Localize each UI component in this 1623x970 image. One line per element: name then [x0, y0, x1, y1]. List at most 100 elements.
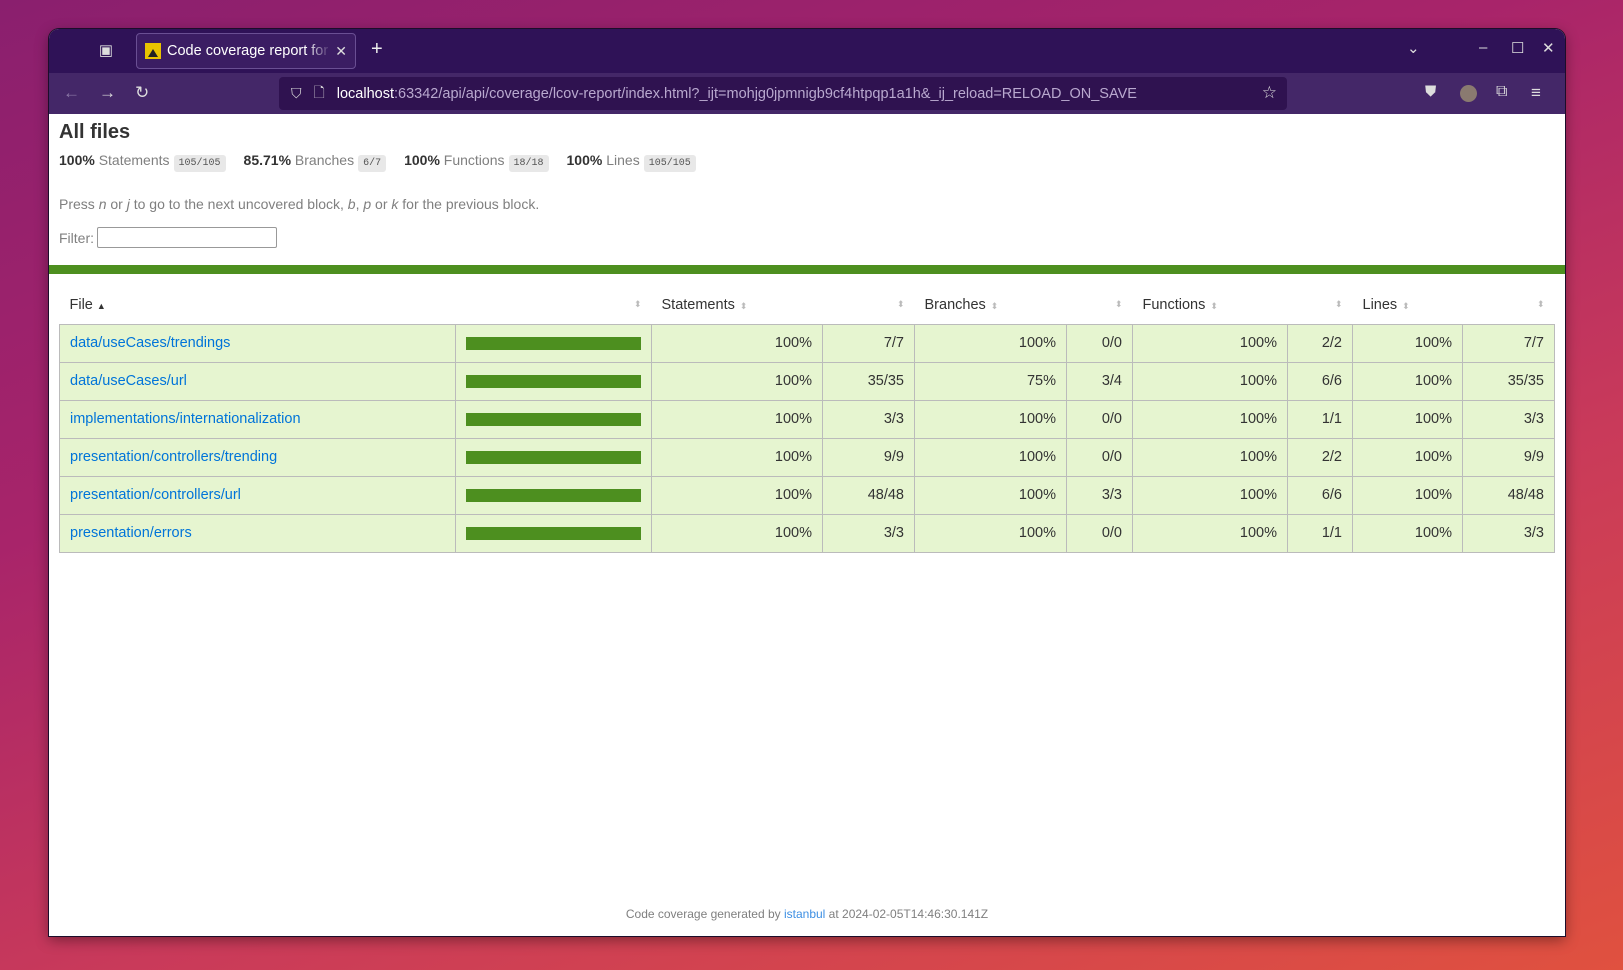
cell-f-pct: 100%: [1132, 399, 1288, 439]
header-branches-raw[interactable]: ⬍: [1067, 286, 1133, 324]
summary-fraction: 18/18: [508, 155, 549, 172]
file-cell: implementations/internationalization: [59, 399, 456, 439]
cell-b: 0/0: [1066, 323, 1133, 363]
header-file-bar[interactable]: ⬍: [456, 286, 652, 324]
sort-icon: ⬍: [1210, 300, 1218, 311]
cell-f-pct: 100%: [1132, 475, 1288, 515]
browser-tab[interactable]: Code coverage report for All files ✕: [136, 33, 356, 69]
summary-label: Statements: [98, 152, 170, 168]
cell-l-pct: 100%: [1352, 513, 1463, 553]
header-lines[interactable]: Lines ⬍: [1353, 286, 1463, 324]
close-tab-icon[interactable]: ✕: [335, 43, 347, 60]
sort-icon: ⬍: [896, 299, 905, 309]
file-cell: presentation/controllers/url: [59, 475, 456, 515]
cell-l: 3/3: [1462, 513, 1555, 553]
pocket-icon[interactable]: ⛊: [1425, 83, 1436, 100]
cell-f: 1/1: [1287, 399, 1353, 439]
header-lines-raw[interactable]: ⬍: [1463, 286, 1555, 324]
cell-f-pct: 100%: [1132, 513, 1288, 553]
sort-icon: ⬍: [990, 300, 999, 311]
file-link[interactable]: presentation/controllers/trending: [70, 449, 277, 465]
cell-s-pct: 100%: [651, 361, 823, 401]
cell-s-pct: 100%: [651, 513, 823, 553]
cell-s-pct: 100%: [651, 323, 823, 363]
coverage-bar: [466, 488, 641, 502]
cell-l-pct: 100%: [1352, 437, 1463, 477]
coverage-bar-cell: [455, 361, 652, 401]
cell-f: 2/2: [1287, 437, 1353, 477]
page-title: All files: [59, 121, 131, 143]
sort-icon: ⬍: [1536, 299, 1545, 309]
cell-f-pct: 100%: [1132, 323, 1288, 363]
url-bar[interactable]: ⛉ 🗋 localhost :63342/api/api/coverage/lc…: [279, 77, 1287, 110]
filter-input[interactable]: [97, 227, 277, 248]
summary-lines: 100% Lines 105/105: [567, 152, 696, 172]
coverage-bar-cell: [455, 399, 652, 439]
file-link[interactable]: data/useCases/trendings: [70, 335, 230, 351]
url-host: localhost: [336, 85, 394, 102]
menu-icon[interactable]: ≡: [1531, 83, 1541, 103]
page-icon[interactable]: 🗋: [314, 82, 325, 106]
bookmark-star-icon[interactable]: ☆: [1262, 83, 1277, 103]
header-branches[interactable]: Branches ⬍: [915, 286, 1067, 324]
file-link[interactable]: presentation/errors: [70, 525, 192, 541]
file-link[interactable]: presentation/controllers/url: [70, 487, 241, 503]
cell-l-pct: 100%: [1352, 399, 1463, 439]
cell-b: 0/0: [1066, 437, 1133, 477]
cell-s: 3/3: [822, 513, 915, 553]
summary-pct: 100%: [404, 152, 440, 168]
cell-l-pct: 100%: [1352, 323, 1463, 363]
tab-list-icon[interactable]: ▣: [97, 41, 115, 59]
filter-label: Filter:: [59, 229, 94, 246]
coverage-bar: [466, 412, 641, 426]
cell-l: 35/35: [1462, 361, 1555, 401]
header-file[interactable]: File ▲: [60, 286, 456, 324]
shield-icon[interactable]: ⛉: [291, 85, 302, 102]
new-tab-icon[interactable]: +: [371, 38, 383, 61]
cell-s-pct: 100%: [651, 437, 823, 477]
coverage-bar: [466, 526, 641, 540]
back-icon[interactable]: ←: [63, 83, 80, 103]
header-statements-raw[interactable]: ⬍: [823, 286, 915, 324]
reload-icon[interactable]: ↻: [135, 83, 149, 103]
cell-s-pct: 100%: [651, 399, 823, 439]
list-all-tabs-icon[interactable]: ⌄: [1407, 39, 1420, 57]
summary-label: Branches: [294, 152, 355, 168]
summary-pct: 85.71%: [243, 152, 292, 168]
coverage-bar-cell: [455, 513, 652, 553]
cell-s: 48/48: [822, 475, 915, 515]
footer: Code coverage generated by istanbul at 2…: [49, 907, 1565, 921]
minimize-icon[interactable]: –: [1479, 39, 1487, 56]
cell-b-pct: 75%: [914, 361, 1067, 401]
cell-f: 1/1: [1287, 513, 1353, 553]
maximize-icon[interactable]: ☐: [1511, 39, 1524, 57]
istanbul-link[interactable]: istanbul: [784, 907, 825, 921]
coverage-table: File ▲ ⬍ Statements ⬍ ⬍ Branches ⬍ ⬍ Funct…: [59, 286, 1555, 553]
cell-b-pct: 100%: [914, 513, 1067, 553]
header-statements[interactable]: Statements ⬍: [652, 286, 823, 324]
file-link[interactable]: data/useCases/url: [70, 373, 187, 389]
cell-b: 0/0: [1066, 399, 1133, 439]
cell-b-pct: 100%: [914, 399, 1067, 439]
header-functions[interactable]: Functions ⬍: [1133, 286, 1288, 324]
forward-icon[interactable]: →: [99, 83, 116, 103]
sort-icon: ⬍: [633, 299, 642, 309]
footer-text: Code coverage generated by: [625, 907, 784, 921]
coverage-bar: [466, 336, 641, 350]
account-avatar[interactable]: [1460, 85, 1477, 102]
extensions-icon[interactable]: ⧉: [1496, 83, 1507, 101]
cell-b-pct: 100%: [914, 323, 1067, 363]
table-row: data/useCases/trendings 100% 7/7 100% 0/0 100…: [59, 323, 1555, 363]
summary-pct: 100%: [59, 152, 95, 168]
table-row: presentation/controllers/trending 100% 9/9…: [59, 437, 1555, 477]
close-window-icon[interactable]: ✕: [1542, 39, 1555, 57]
file-link[interactable]: implementations/internationalization: [70, 411, 301, 427]
file-cell: data/useCases/url: [59, 361, 456, 401]
tab-title: Code coverage report for All files: [167, 43, 331, 59]
cell-b-pct: 100%: [914, 475, 1067, 515]
header-functions-raw[interactable]: ⬍: [1288, 286, 1353, 324]
sort-icon: ⬍: [739, 300, 748, 311]
summary-label: Lines: [606, 152, 640, 168]
cell-b: 3/4: [1066, 361, 1133, 401]
coverage-bar-cell: [455, 323, 652, 363]
